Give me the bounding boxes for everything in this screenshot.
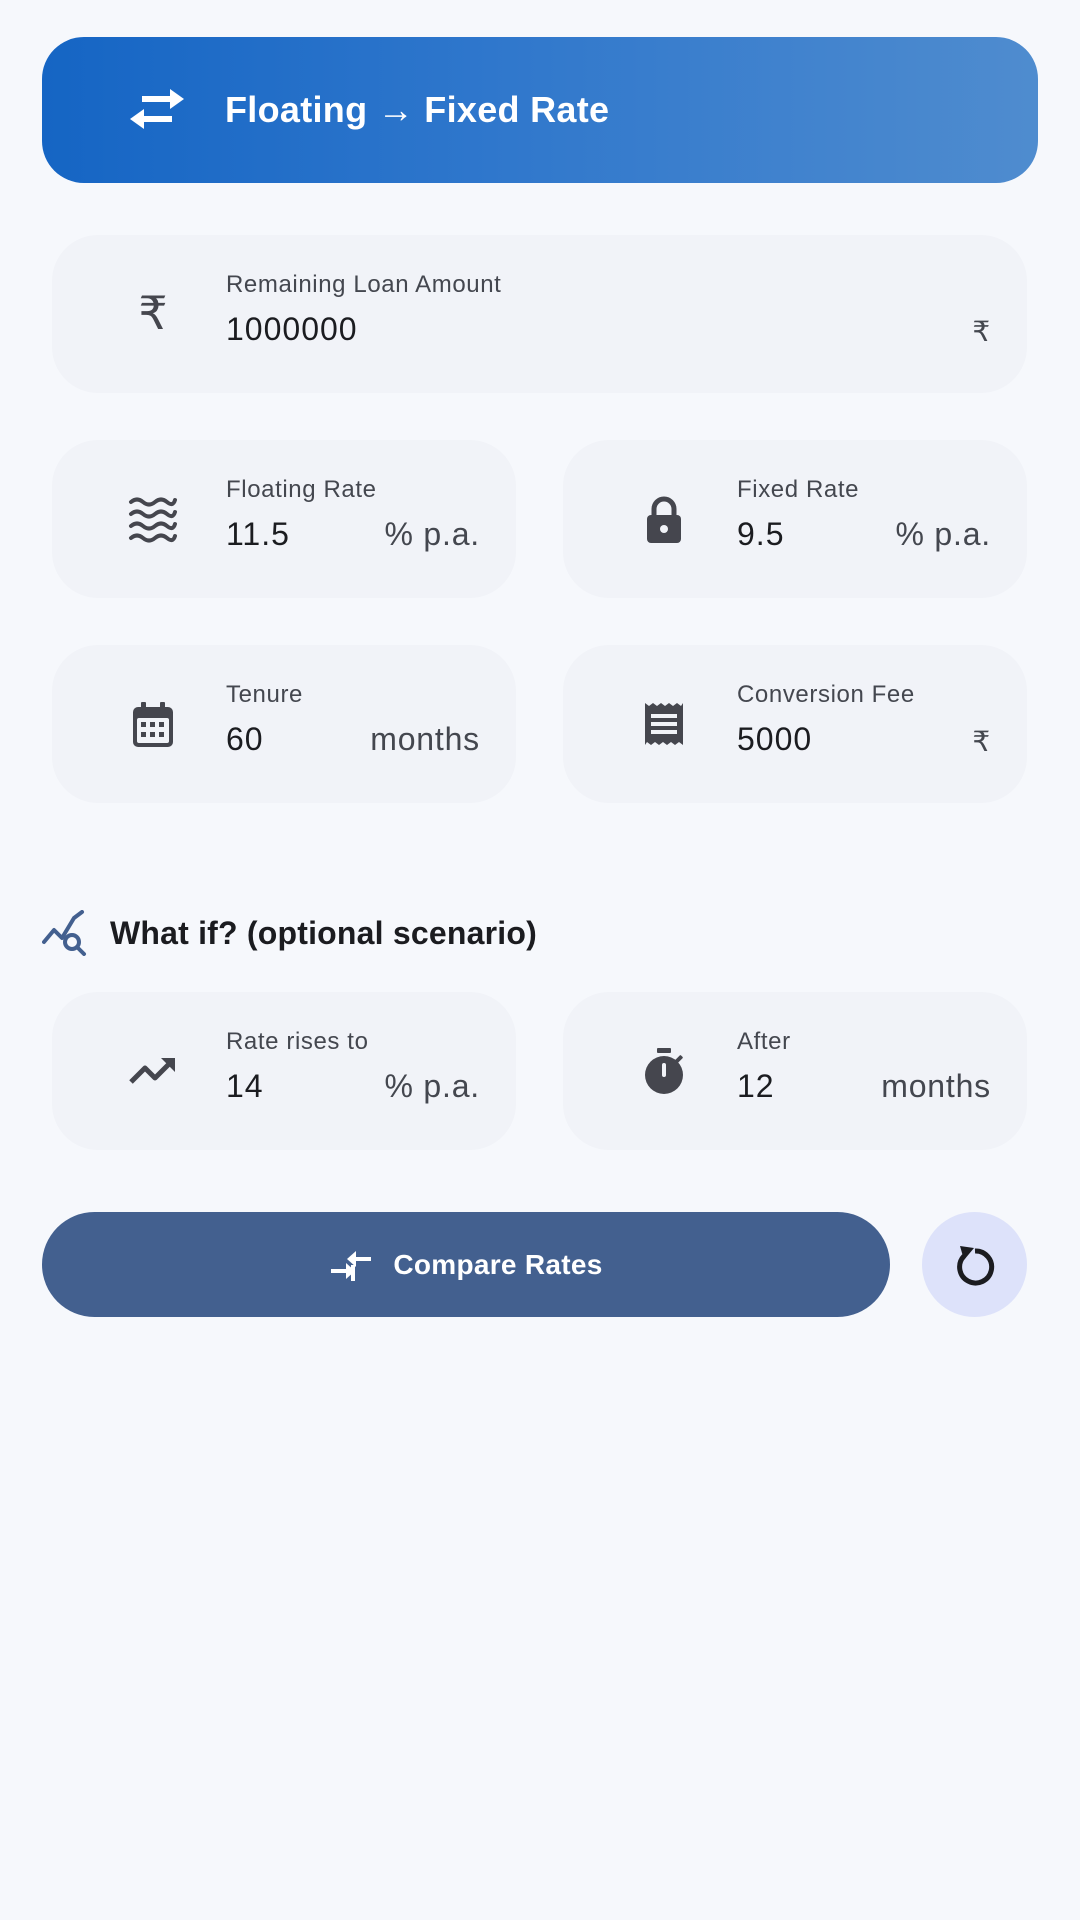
waves-icon: [129, 497, 177, 543]
timer-icon: [645, 1048, 683, 1094]
reset-button[interactable]: [922, 1212, 1027, 1317]
reset-icon: [956, 1245, 994, 1285]
floating-rate-label: Floating Rate: [226, 476, 377, 503]
after-input[interactable]: 12: [737, 1068, 775, 1105]
loan-amount-label: Remaining Loan Amount: [226, 271, 502, 298]
tenure-input[interactable]: 60: [226, 721, 264, 758]
compare-rates-label: Compare Rates: [393, 1248, 603, 1280]
conversion-fee-input[interactable]: 5000: [737, 721, 812, 758]
compare-arrows-icon: [331, 1250, 372, 1281]
lock-icon: [647, 496, 681, 543]
after-months-field[interactable]: After 12 months: [563, 992, 1027, 1150]
svg-text:₹: ₹: [138, 289, 167, 339]
calendar-icon: [133, 702, 173, 747]
receipt-icon: [645, 703, 683, 745]
compare-rates-button[interactable]: Compare Rates: [42, 1212, 890, 1317]
scenario-title: What if? (optional scenario): [110, 914, 537, 951]
swap-horizontal-icon: [130, 89, 184, 129]
fixed-rate-field[interactable]: Fixed Rate 9.5 % p.a.: [563, 440, 1027, 598]
rate-rise-suffix: % p.a.: [384, 1068, 480, 1104]
conversion-fee-label: Conversion Fee: [737, 681, 915, 708]
loan-amount-input[interactable]: 1000000: [226, 311, 358, 348]
rate-rise-field[interactable]: Rate rises to 14 % p.a.: [52, 992, 516, 1150]
scenario-section-header: What if? (optional scenario): [42, 908, 537, 958]
conversion-fee-field[interactable]: Conversion Fee 5000 ₹: [563, 645, 1027, 803]
rupee-icon: ₹: [138, 289, 167, 339]
fixed-rate-input[interactable]: 9.5: [737, 516, 784, 553]
page-title: Floating → Fixed Rate: [225, 89, 610, 130]
after-label: After: [737, 1028, 791, 1055]
trending-up-icon: [129, 1058, 175, 1084]
loan-amount-field[interactable]: ₹ Remaining Loan Amount 1000000 ₹: [52, 235, 1027, 393]
tenure-field[interactable]: Tenure 60 months: [52, 645, 516, 803]
rate-rise-input[interactable]: 14: [226, 1068, 264, 1105]
tenure-label: Tenure: [226, 681, 303, 708]
floating-rate-field[interactable]: Floating Rate 11.5 % p.a.: [52, 440, 516, 598]
fixed-rate-suffix: % p.a.: [895, 516, 991, 552]
chart-search-icon: [42, 910, 86, 956]
loan-amount-suffix: ₹: [972, 316, 991, 347]
floating-rate-suffix: % p.a.: [384, 516, 480, 552]
after-suffix: months: [881, 1068, 991, 1104]
fixed-rate-label: Fixed Rate: [737, 476, 860, 503]
conversion-fee-suffix: ₹: [972, 726, 991, 757]
app-header: Floating → Fixed Rate: [42, 37, 1038, 183]
rate-rise-label: Rate rises to: [226, 1028, 369, 1055]
floating-rate-input[interactable]: 11.5: [226, 516, 290, 553]
tenure-suffix: months: [370, 721, 480, 757]
